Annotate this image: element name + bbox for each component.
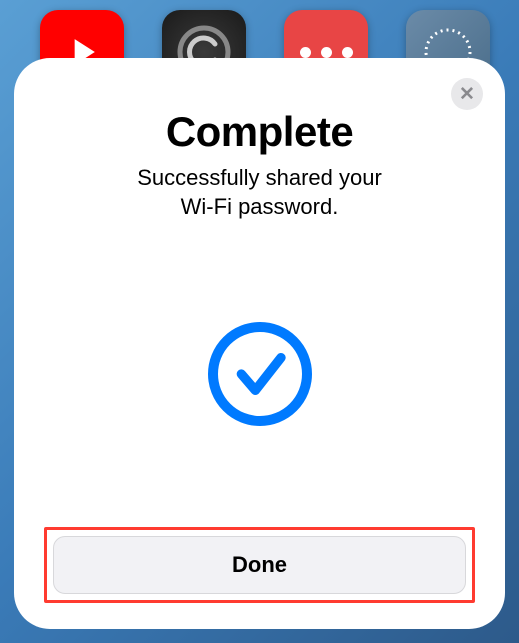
three-dots-icon bbox=[300, 47, 353, 58]
close-button[interactable]: ✕ bbox=[451, 78, 483, 110]
success-indicator bbox=[208, 221, 312, 527]
close-icon: ✕ bbox=[459, 83, 475, 106]
done-button-highlight: Done bbox=[44, 527, 475, 603]
checkmark-circle-icon bbox=[208, 322, 312, 426]
wifi-share-complete-modal: ✕ Complete Successfully shared your Wi-F… bbox=[14, 58, 505, 629]
modal-title: Complete bbox=[166, 108, 353, 156]
done-button[interactable]: Done bbox=[53, 536, 466, 594]
checkmark-icon bbox=[232, 346, 288, 402]
modal-subtitle: Successfully shared your Wi-Fi password. bbox=[137, 164, 382, 221]
